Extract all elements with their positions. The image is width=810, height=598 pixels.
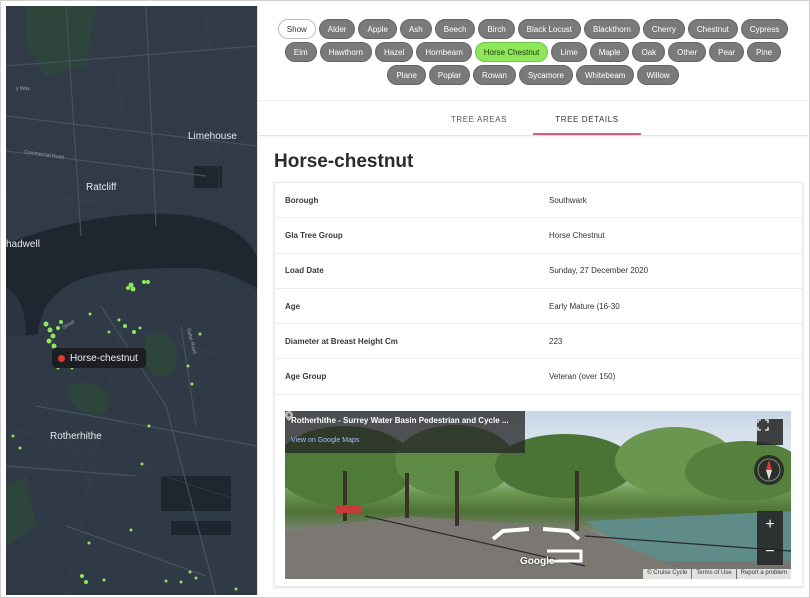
detail-row-diameter: Diameter at Breast Height Cm 223 [275, 324, 802, 360]
filter-chip-other[interactable]: Other [668, 42, 707, 62]
filter-chip-poplar[interactable]: Poplar [428, 65, 471, 85]
filter-chip-horse-chestnut[interactable]: Horse Chestnut [474, 42, 549, 62]
fullscreen-icon [757, 419, 769, 431]
filter-chip-cypress[interactable]: Cypress [740, 19, 789, 39]
detail-value: Early Mature (16-30 [549, 301, 620, 311]
filter-chip-hornbeam[interactable]: Hornbeam [416, 42, 472, 62]
filter-chip-oak[interactable]: Oak [632, 42, 666, 62]
tab-tree-areas[interactable]: TREE AREAS [425, 103, 533, 135]
selected-tree-marker-icon [58, 354, 65, 362]
fullscreen-button[interactable] [757, 419, 783, 445]
zoom-out-button[interactable]: − [757, 538, 783, 565]
street-view-title: Rotherhithe - Surrey Water Basin Pedestr… [291, 416, 509, 425]
filter-chip-plane[interactable]: Plane [387, 65, 426, 85]
detail-key: Age [285, 301, 301, 311]
map-tooltip: Horse-chestnut [52, 348, 146, 368]
filter-chip-blackthorn[interactable]: Blackthorn [584, 19, 640, 39]
map-view[interactable]: y Way Commercial Road Limehouse Ratcliff… [6, 6, 257, 595]
filter-chip-pine[interactable]: Pine [747, 42, 782, 62]
compass-icon [757, 458, 781, 482]
detail-key: Diameter at Breast Height Cm [285, 336, 398, 346]
map-pin-icon [285, 411, 293, 421]
compass-button[interactable] [754, 455, 784, 485]
filter-chip-pear[interactable]: Pear [709, 42, 745, 62]
detail-panel: Show Alder Apple Ash Beech Birch Black L… [257, 6, 808, 595]
report-problem-link[interactable]: Report a problem [736, 569, 791, 579]
street-view[interactable]: Rotherhithe - Surrey Water Basin Pedestr… [285, 411, 791, 579]
map-label-shadwell: hadwell [6, 239, 40, 250]
filter-chip-rowan[interactable]: Rowan [473, 65, 516, 85]
filter-chip-hawthorn[interactable]: Hawthorn [319, 42, 372, 62]
detail-key: Borough [285, 195, 319, 205]
tabs-divider [258, 135, 808, 136]
filter-chip-sycamore[interactable]: Sycamore [518, 65, 573, 85]
filter-chip-apple[interactable]: Apple [358, 19, 397, 39]
detail-row-load-date: Load Date Sunday, 27 December 2020 [275, 254, 802, 289]
filter-chip-cherry[interactable]: Cherry [642, 19, 685, 39]
filter-chip-black-locust[interactable]: Black Locust [517, 19, 582, 39]
detail-row-gla-tree-group: Gla Tree Group Horse Chestnut [275, 218, 802, 254]
map-label-ratcliff: Ratcliff [86, 182, 117, 193]
filter-chip-lime[interactable]: Lime [551, 42, 587, 62]
tab-bar: TREE AREAS TREE DETAILS [258, 103, 808, 135]
filter-chip-ash[interactable]: Ash [399, 19, 432, 39]
zoom-in-button[interactable]: + [757, 511, 783, 538]
filter-chip-maple[interactable]: Maple [589, 42, 630, 62]
filter-chip-alder[interactable]: Alder [318, 19, 356, 39]
map-label-rotherhithe: Rotherhithe [50, 431, 102, 442]
detail-key: Age Group [285, 372, 327, 382]
map-label-road: y Way [16, 86, 30, 92]
detail-row-age-group: Age Group Veteran (over 150) [275, 359, 802, 395]
detail-row-age: Age Early Mature (16-30 [275, 289, 802, 325]
street-view-header: Rotherhithe - Surrey Water Basin Pedestr… [285, 411, 525, 453]
detail-row-borough: Borough Southwark [275, 183, 802, 219]
copyright-text: © Cruise Cycle [643, 569, 692, 579]
app-window: y Way Commercial Road Limehouse Ratcliff… [0, 0, 810, 598]
tree-title: Horse-chestnut [274, 151, 414, 172]
detail-value: 223 [549, 336, 563, 346]
detail-value: Southwark [549, 195, 587, 205]
filter-chip-birch[interactable]: Birch [478, 19, 515, 39]
filters-divider [258, 100, 808, 101]
detail-key: Gla Tree Group [285, 230, 343, 240]
filter-chip-elm[interactable]: Elm [284, 42, 317, 62]
tree-details-card: Borough Southwark Gla Tree Group Horse C… [274, 182, 803, 587]
tab-tree-details[interactable]: TREE DETAILS [533, 103, 641, 135]
species-filter-bar: Show Alder Apple Ash Beech Birch Black L… [258, 19, 808, 85]
detail-value: Horse Chestnut [549, 230, 605, 240]
filter-chip-beech[interactable]: Beech [434, 19, 476, 39]
filter-chip-willow[interactable]: Willow [637, 65, 679, 85]
detail-value: Veteran (over 150) [549, 372, 616, 382]
filter-chip-show[interactable]: Show [277, 19, 316, 39]
detail-value: Sunday, 27 December 2020 [549, 266, 649, 276]
filter-chip-hazel[interactable]: Hazel [374, 42, 414, 62]
detail-key: Load Date [285, 266, 324, 276]
street-view-footer: © Cruise Cycle Terms of Use Report a pro… [642, 569, 791, 579]
view-on-google-maps-link[interactable]: View on Google Maps [291, 437, 519, 444]
filter-chip-chestnut[interactable]: Chestnut [687, 19, 738, 39]
map-label-limehouse: Limehouse [188, 131, 237, 142]
zoom-control: + − [757, 511, 783, 565]
map-tooltip-label: Horse-chestnut [70, 352, 138, 364]
google-logo: Google [520, 556, 555, 567]
filter-chip-whitebeam[interactable]: Whitebeam [575, 65, 635, 85]
terms-of-use-link[interactable]: Terms of Use [692, 569, 736, 579]
map-canvas [6, 6, 257, 595]
